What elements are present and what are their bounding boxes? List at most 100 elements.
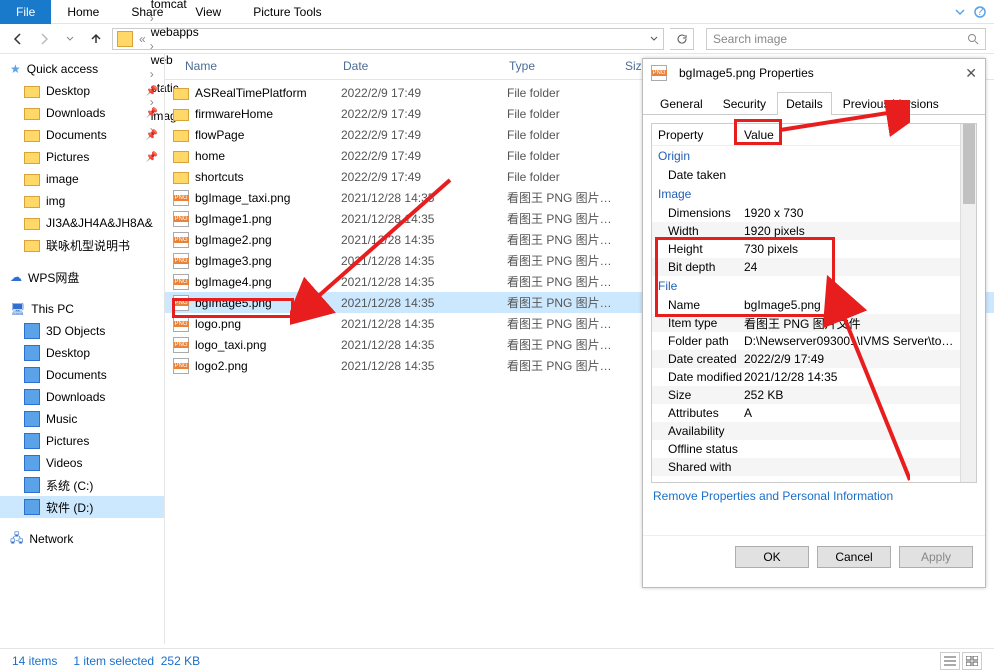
property-row[interactable]: Size252 KB: [652, 386, 960, 404]
file-name: logo_taxi.png: [195, 338, 341, 352]
sidebar-item[interactable]: Music: [0, 408, 164, 430]
sidebar-item[interactable]: 联咏机型说明书: [0, 234, 164, 256]
property-row[interactable]: Date created2022/2/9 17:49: [652, 350, 960, 368]
up-button[interactable]: [86, 29, 106, 49]
sidebar-item[interactable]: 3D Objects: [0, 320, 164, 342]
tab-picture-tools[interactable]: Picture Tools: [237, 0, 337, 24]
file-name: logo2.png: [195, 359, 341, 373]
back-button[interactable]: [8, 29, 28, 49]
property-row[interactable]: Height730 pixels: [652, 240, 960, 258]
property-row[interactable]: Folder pathD:\Newserver093001\IVMS Serve…: [652, 332, 960, 350]
file-date: 2022/2/9 17:49: [341, 86, 507, 100]
col-type[interactable]: Type: [501, 54, 617, 79]
sidebar-item[interactable]: img: [0, 190, 164, 212]
view-icons-button[interactable]: [962, 652, 982, 670]
file-type: 看图王 PNG 图片…: [507, 210, 623, 227]
sidebar-item[interactable]: Pictures: [0, 430, 164, 452]
scroll-thumb[interactable]: [963, 124, 975, 204]
sidebar-item[interactable]: image: [0, 168, 164, 190]
remove-properties-link[interactable]: Remove Properties and Personal Informati…: [651, 483, 895, 509]
breadcrumb-item[interactable]: webapps: [148, 25, 251, 39]
sidebar-item[interactable]: Documents: [0, 364, 164, 386]
folder-icon: [24, 130, 40, 142]
refresh-button[interactable]: [670, 28, 694, 50]
help-icon[interactable]: ?: [974, 6, 986, 18]
png-icon: [173, 316, 189, 332]
tab-file[interactable]: File: [0, 0, 51, 24]
tab-security[interactable]: Security: [714, 92, 775, 115]
sidebar-item[interactable]: Downloads: [0, 386, 164, 408]
property-row[interactable]: Bit depth24: [652, 258, 960, 276]
file-name: bgImage4.png: [195, 275, 341, 289]
search-placeholder: Search image: [713, 32, 787, 46]
col-name[interactable]: Name: [165, 54, 335, 79]
file-type: 看图王 PNG 图片…: [507, 294, 623, 311]
sidebar-item[interactable]: Pictures📌: [0, 146, 164, 168]
sidebar-item[interactable]: JI3A&JH4A&JH8A&: [0, 212, 164, 234]
sidebar-network[interactable]: 🖧Network: [0, 528, 164, 550]
property-row[interactable]: Date taken: [652, 166, 960, 184]
col-date[interactable]: Date: [335, 54, 501, 79]
sidebar-item[interactable]: 软件 (D:): [0, 496, 164, 518]
file-date: 2021/12/28 14:35: [341, 296, 507, 310]
pin-icon: 📌: [146, 108, 158, 119]
property-row[interactable]: AttributesA: [652, 404, 960, 422]
file-type: 看图王 PNG 图片…: [507, 252, 623, 269]
property-key: Height: [652, 242, 744, 256]
file-type: 看图王 PNG 图片…: [507, 315, 623, 332]
breadcrumb-item[interactable]: tomcat: [148, 0, 251, 11]
drive-icon: [24, 433, 40, 449]
file-date: 2021/12/28 14:35: [341, 212, 507, 226]
sidebar-this-pc[interactable]: 🖥This PC: [0, 298, 164, 320]
address-dropdown-icon[interactable]: [649, 34, 659, 44]
property-row[interactable]: Shared with: [652, 458, 960, 476]
file-type: 看图王 PNG 图片…: [507, 231, 623, 248]
property-value: 1920 pixels: [744, 224, 805, 238]
property-row[interactable]: Date modified2021/12/28 14:35: [652, 368, 960, 386]
drive-icon: [24, 389, 40, 405]
sidebar-item[interactable]: Videos: [0, 452, 164, 474]
sidebar-item[interactable]: Desktop: [0, 342, 164, 364]
file-type: 看图王 PNG 图片…: [507, 189, 623, 206]
folder-icon: [24, 218, 40, 230]
sidebar-wps[interactable]: ☁WPS网盘: [0, 266, 164, 288]
file-date: 2022/2/9 17:49: [341, 107, 507, 121]
property-row[interactable]: Availability: [652, 422, 960, 440]
tab-details[interactable]: Details: [777, 92, 832, 115]
ok-button[interactable]: OK: [735, 546, 809, 568]
file-name: bgImage5.png: [195, 296, 341, 310]
folder-icon: [173, 88, 189, 100]
property-row[interactable]: Dimensions1920 x 730: [652, 204, 960, 222]
property-row[interactable]: Item type看图王 PNG 图片文件: [652, 314, 960, 332]
view-details-button[interactable]: [940, 652, 960, 670]
png-icon: [173, 274, 189, 290]
tab-home[interactable]: Home: [51, 0, 115, 24]
property-value: 24: [744, 260, 757, 274]
forward-button[interactable]: [34, 29, 54, 49]
property-row[interactable]: NamebgImage5.png: [652, 296, 960, 314]
cancel-button[interactable]: Cancel: [817, 546, 891, 568]
folder-icon: [117, 31, 133, 47]
tab-previous-versions[interactable]: Previous Versions: [834, 92, 948, 115]
sidebar-item[interactable]: Documents📌: [0, 124, 164, 146]
folder-icon: [24, 86, 40, 98]
sidebar-quick-access[interactable]: ★Quick access: [0, 58, 164, 80]
address-bar[interactable]: « Newserver093001›IVMS Server›tomcat›web…: [112, 28, 664, 50]
file-type: File folder: [507, 149, 623, 163]
property-row[interactable]: Width1920 pixels: [652, 222, 960, 240]
tab-general[interactable]: General: [651, 92, 712, 115]
chevron-down-icon[interactable]: [954, 6, 966, 18]
property-row[interactable]: Offline status: [652, 440, 960, 458]
sidebar-item[interactable]: 系统 (C:): [0, 474, 164, 496]
property-key: Shared with: [652, 460, 744, 474]
close-button[interactable]: ✕: [965, 65, 977, 82]
recent-dropdown[interactable]: [60, 29, 80, 49]
sidebar-item[interactable]: Downloads📌: [0, 102, 164, 124]
wps-icon: ☁: [10, 270, 22, 284]
property-key: Offline status: [652, 442, 744, 456]
scrollbar[interactable]: [960, 124, 976, 482]
apply-button[interactable]: Apply: [899, 546, 973, 568]
file-type: 看图王 PNG 图片…: [507, 336, 623, 353]
search-input[interactable]: Search image: [706, 28, 986, 50]
sidebar-item[interactable]: Desktop📌: [0, 80, 164, 102]
